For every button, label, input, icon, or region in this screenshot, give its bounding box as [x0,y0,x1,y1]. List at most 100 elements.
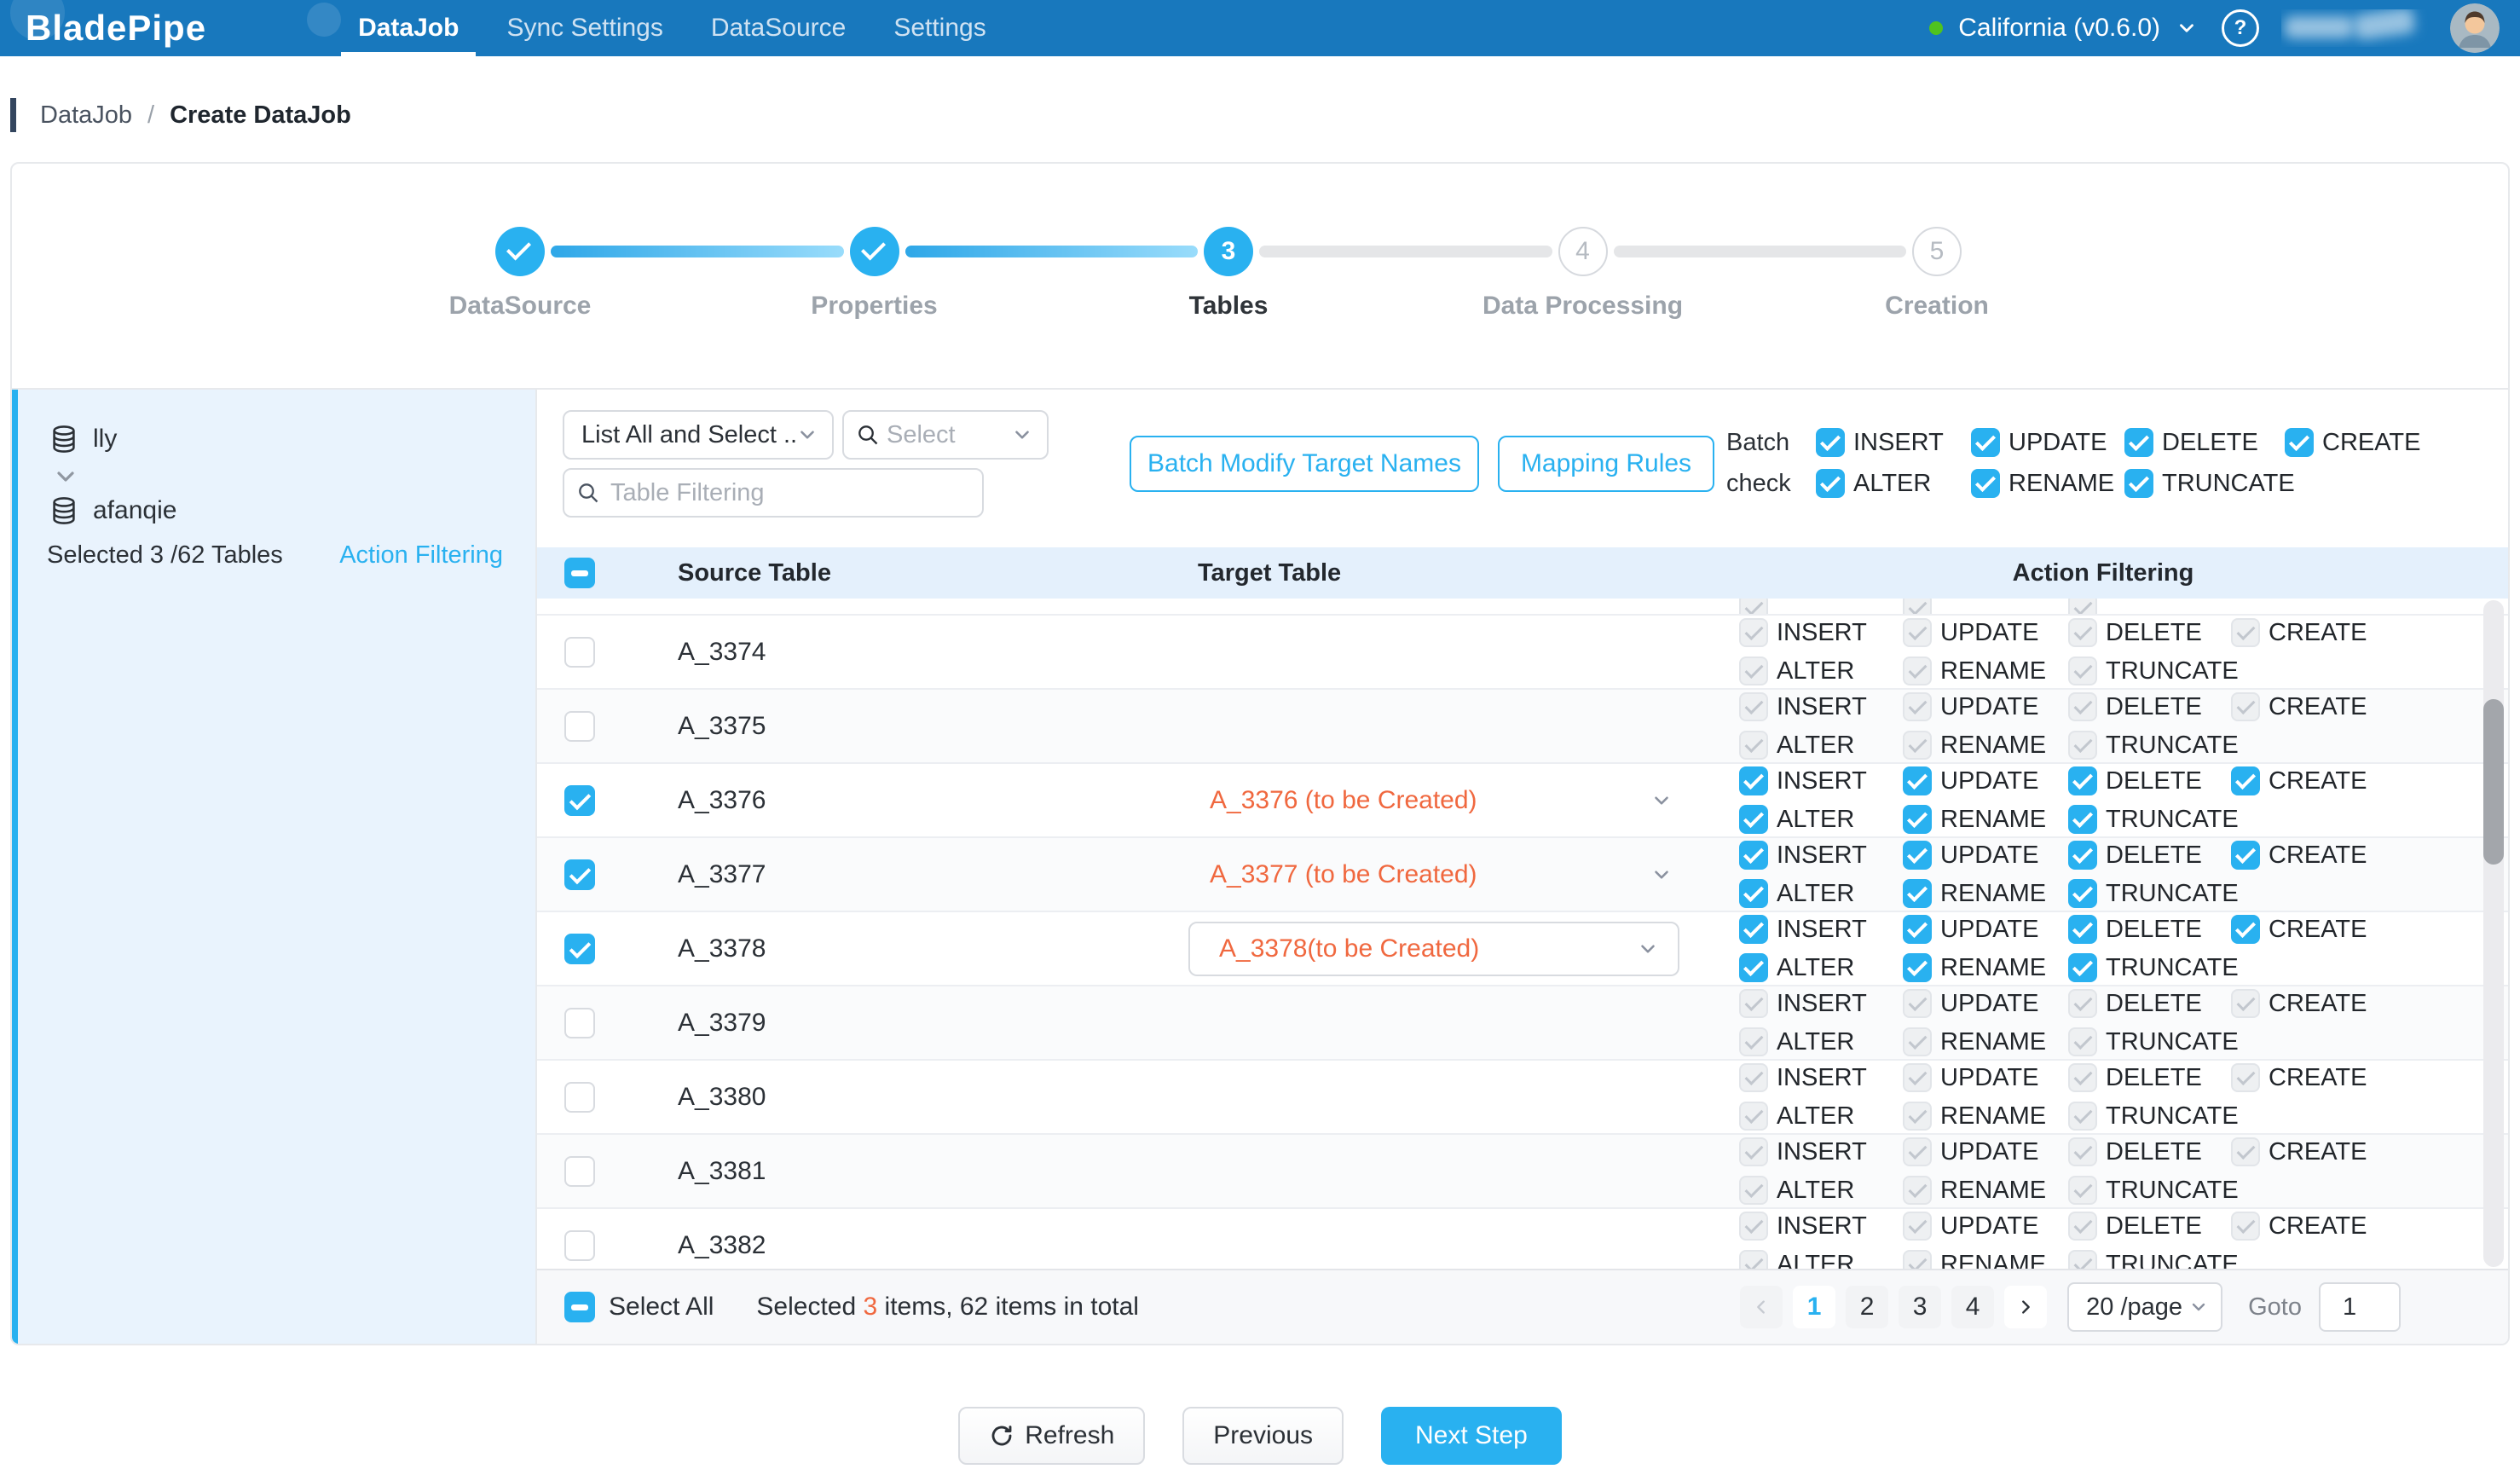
action-checkbox-update[interactable] [1903,766,1932,795]
username-blurred [2281,9,2435,47]
nav-item-sync-settings[interactable]: Sync Settings [483,0,686,56]
source-table-name: A_3377 [678,860,766,889]
batch-checkbox-insert[interactable] [1816,428,1845,457]
action-label: ALTER [1777,1028,1854,1056]
step-circle-data-processing[interactable]: 4 [1558,227,1608,276]
batch-checkbox-alter[interactable] [1816,469,1845,498]
action-filter-item: TRUNCATE [2068,1174,2231,1206]
action-checkbox-rename[interactable] [1903,879,1932,908]
action-checkbox-truncate[interactable] [2068,953,2097,982]
next-step-button[interactable]: Next Step [1381,1407,1562,1465]
help-icon[interactable]: ? [2222,9,2259,47]
goto-page-input[interactable] [2319,1282,2401,1332]
page-button-3[interactable]: 3 [1899,1286,1941,1328]
select-all-checkbox[interactable] [564,558,595,588]
nav-item-datasource[interactable]: DataSource [687,0,870,56]
batch-modify-target-names-button[interactable]: Batch Modify Target Names [1130,436,1479,492]
region-version-label[interactable]: California (v0.6.0) [1958,14,2160,43]
brand-logo[interactable]: BladePipe [26,8,206,49]
action-checkbox-delete[interactable] [2068,766,2097,795]
batch-checkbox-create[interactable] [2285,428,2314,457]
batch-checkbox-truncate[interactable] [2124,469,2153,498]
chevron-down-icon[interactable] [2176,17,2198,39]
row-checkbox[interactable] [564,711,595,742]
action-checkbox-alter [1739,731,1768,760]
scrollbar-track[interactable] [2483,600,2504,1267]
batch-checkbox-rename[interactable] [1971,469,2000,498]
table-row: A_3377A_3377 (to be Created)INSERTUPDATE… [537,838,2508,912]
table-filter-box[interactable] [563,468,984,518]
nav-item-datajob[interactable]: DataJob [334,0,483,56]
refresh-button[interactable]: Refresh [958,1407,1145,1465]
row-checkbox[interactable] [564,785,595,816]
avatar[interactable] [2450,3,2500,53]
action-filter-item: UPDATE [1903,1210,2068,1242]
target-table-select[interactable]: A_3376 (to be Created) [1171,764,1698,836]
step-circle-creation[interactable]: 5 [1912,227,1962,276]
row-checkbox[interactable] [564,1008,595,1038]
action-checkbox-truncate[interactable] [2068,879,2097,908]
batch-checkbox-delete[interactable] [2124,428,2153,457]
table-filter-input[interactable] [609,478,968,508]
step-circle-tables[interactable]: 3 [1204,227,1253,276]
action-checkbox-alter[interactable] [1739,805,1768,834]
action-filter-cell: INSERTUPDATEDELETECREATEALTERRENAMETRUNC… [1698,1135,2508,1207]
action-checkbox-update [1903,1063,1932,1092]
action-checkbox-rename[interactable] [1903,805,1932,834]
row-checkbox[interactable] [564,637,595,668]
page-size-select[interactable]: 20 /page [2067,1282,2222,1332]
action-checkbox-alter[interactable] [1739,953,1768,982]
source-table-name: A_3381 [678,1157,766,1186]
target-database-entry[interactable]: afanqie [49,495,535,526]
select-all-footer-checkbox[interactable] [564,1292,595,1322]
action-checkbox-create[interactable] [2231,841,2260,870]
action-checkbox-delete[interactable] [2068,841,2097,870]
source-table-name: A_3374 [678,638,766,667]
scrollbar-thumb[interactable] [2483,699,2504,865]
schema-select[interactable]: Select [842,410,1049,460]
breadcrumb-parent[interactable]: DataJob [40,101,132,130]
table-toolbar: List All and Select ... Select [537,390,2508,547]
mapping-rules-button[interactable]: Mapping Rules [1498,436,1714,492]
source-database-entry[interactable]: lly [49,424,535,454]
step-circle-datasource[interactable] [495,227,545,276]
action-checkbox-truncate [2068,1027,2097,1056]
list-mode-value: List All and Select ... [581,421,796,449]
step-circle-properties[interactable] [850,227,899,276]
row-checkbox[interactable] [564,1230,595,1261]
action-checkbox-create[interactable] [2231,915,2260,944]
action-checkbox-create[interactable] [2231,766,2260,795]
action-checkbox-rename[interactable] [1903,953,1932,982]
action-filter-item: DELETE [2068,765,2231,797]
action-checkbox-alter[interactable] [1739,879,1768,908]
row-checkbox[interactable] [564,1156,595,1187]
row-checkbox[interactable] [564,859,595,890]
list-mode-select[interactable]: List All and Select ... [563,410,834,460]
action-label: ALTER [1777,657,1854,685]
row-checkbox[interactable] [564,1082,595,1113]
datasource-sidebar[interactable]: lly afanqie Selected 3 /62 Tables Action… [12,390,537,1344]
page-button-1[interactable]: 1 [1793,1286,1835,1328]
batch-checkbox-update[interactable] [1971,428,2000,457]
row-checkbox[interactable] [564,934,595,964]
page-button-4[interactable]: 4 [1951,1286,1994,1328]
target-database-name: afanqie [93,496,176,525]
action-filtering-link[interactable]: Action Filtering [339,541,503,570]
action-checkbox-insert[interactable] [1739,766,1768,795]
action-checkbox-truncate[interactable] [2068,805,2097,834]
action-checkbox-insert[interactable] [1739,841,1768,870]
target-table-select[interactable]: A_3378(to be Created) [1188,922,1679,976]
action-checkbox-update[interactable] [1903,915,1932,944]
action-checkbox-delete[interactable] [2068,915,2097,944]
nav-item-settings[interactable]: Settings [870,0,1009,56]
page-size-value: 20 /page [2086,1293,2182,1322]
action-checkbox-insert[interactable] [1739,915,1768,944]
source-table-cell: A_3380 [646,1061,1171,1133]
page-button-2[interactable]: 2 [1846,1286,1888,1328]
refresh-icon [989,1423,1014,1449]
action-checkbox-update[interactable] [1903,841,1932,870]
previous-button[interactable]: Previous [1182,1407,1344,1465]
next-page-button[interactable] [2004,1286,2047,1328]
target-table-select[interactable]: A_3377 (to be Created) [1171,838,1698,911]
action-filter-item: INSERT [1739,913,1903,946]
